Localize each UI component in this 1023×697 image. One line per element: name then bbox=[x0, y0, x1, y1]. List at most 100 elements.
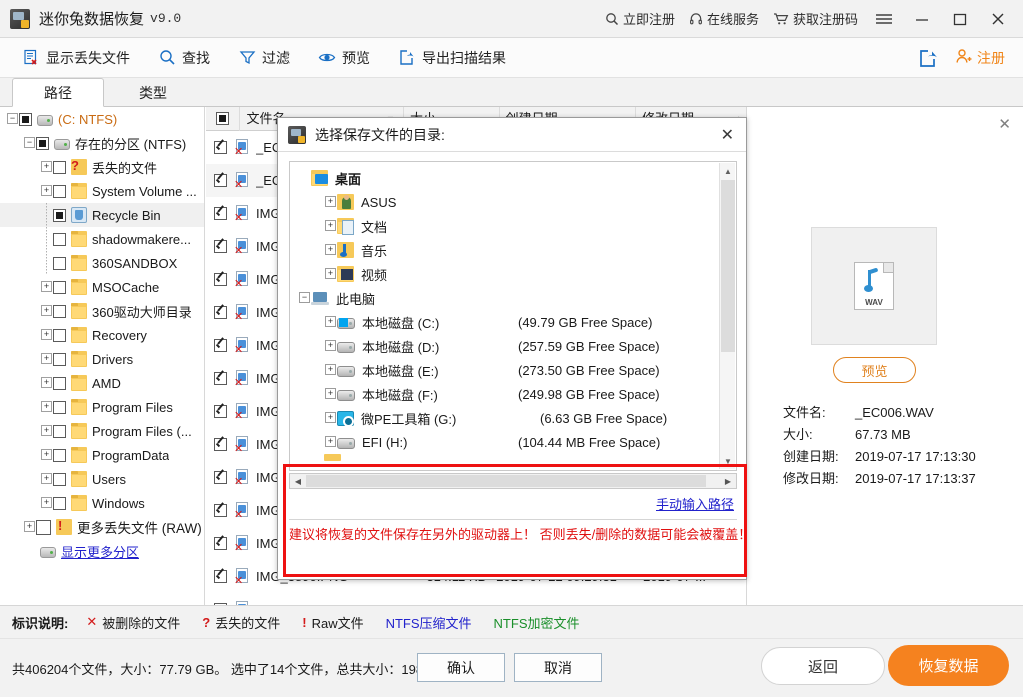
tree-node-raw[interactable]: + 更多丢失文件 (RAW) bbox=[0, 515, 204, 539]
collapse-icon[interactable]: − bbox=[298, 286, 311, 310]
expand-icon[interactable]: + bbox=[324, 382, 337, 406]
tree-checkbox[interactable] bbox=[53, 352, 66, 366]
directory-tree-node[interactable]: + 本地磁盘 (E:) (273.50 GB Free Space) bbox=[290, 358, 719, 382]
register-button[interactable]: 注册 bbox=[955, 48, 1023, 68]
directory-tree-node[interactable]: + 音乐 bbox=[290, 238, 719, 262]
tree-checkbox[interactable] bbox=[53, 472, 66, 486]
tree-checkbox[interactable] bbox=[53, 304, 66, 318]
expand-icon[interactable]: + bbox=[324, 262, 337, 286]
preview-file-button[interactable]: 预览 bbox=[833, 357, 916, 383]
row-checkbox[interactable] bbox=[214, 372, 227, 385]
tree-node[interactable]: 360SANDBOX bbox=[0, 251, 204, 275]
find-button[interactable]: 查找 bbox=[144, 42, 224, 74]
tree-expander[interactable]: + bbox=[40, 155, 53, 179]
scrollbar-thumb[interactable] bbox=[721, 180, 735, 352]
directory-tree[interactable]: 桌面 + ASUS + 文档 + 音乐 + 视频 − 此电脑 + 本地磁盘 (C:) (49.79 GB … bbox=[289, 161, 737, 471]
expand-icon[interactable]: + bbox=[324, 358, 337, 382]
expand-icon[interactable]: + bbox=[41, 353, 52, 364]
filter-button[interactable]: 过滤 bbox=[224, 42, 304, 74]
expand-icon[interactable]: + bbox=[324, 310, 337, 334]
tree-checkbox[interactable] bbox=[53, 400, 66, 414]
scroll-left-icon[interactable]: ◀ bbox=[291, 475, 305, 487]
tree-expander[interactable]: + bbox=[40, 323, 53, 347]
tree-node[interactable]: + 丢失的文件 bbox=[0, 155, 204, 179]
scrollbar-thumb[interactable] bbox=[306, 475, 706, 487]
expand-icon[interactable]: + bbox=[24, 521, 35, 532]
tree-checkbox[interactable] bbox=[53, 232, 66, 246]
expand-icon[interactable]: + bbox=[41, 377, 52, 388]
expand-icon[interactable]: + bbox=[41, 473, 52, 484]
tree-checkbox[interactable] bbox=[53, 208, 66, 222]
directory-tree-node[interactable]: + 视频 bbox=[290, 262, 719, 286]
directory-tree-node[interactable]: + 本地磁盘 (F:) (249.98 GB Free Space) bbox=[290, 382, 719, 406]
close-icon[interactable]: ✕ bbox=[998, 115, 1011, 133]
dialog-vertical-scrollbar[interactable]: ▲ ▼ bbox=[719, 163, 735, 469]
table-row[interactable]: ✕IMG_3889.PNG308.53 KB2019-07-22 09:29:2… bbox=[206, 593, 746, 605]
collapse-icon[interactable]: − bbox=[7, 113, 18, 124]
scroll-up-icon[interactable]: ▲ bbox=[720, 163, 736, 179]
row-checkbox[interactable] bbox=[214, 438, 227, 451]
hamburger-menu-icon[interactable] bbox=[865, 0, 903, 37]
tree-node[interactable]: + AMD bbox=[0, 371, 204, 395]
recover-data-button[interactable]: 恢复数据 bbox=[888, 645, 1009, 686]
row-checkbox[interactable] bbox=[214, 207, 227, 220]
dialog-horizontal-scrollbar[interactable]: ◀ ▶ bbox=[289, 473, 737, 489]
directory-tree-node[interactable]: + 本地磁盘 (C:) (49.79 GB Free Space) bbox=[290, 310, 719, 334]
expand-icon[interactable]: + bbox=[41, 425, 52, 436]
tree-node[interactable]: − (C: NTFS) bbox=[0, 107, 204, 131]
tree-node[interactable]: + MSOCache bbox=[0, 275, 204, 299]
directory-tree-body[interactable]: 桌面 + ASUS + 文档 + 音乐 + 视频 − 此电脑 + 本地磁盘 (C:) (49.79 GB … bbox=[290, 166, 719, 461]
directory-tree-node[interactable]: + EFI (H:) (104.44 MB Free Space) bbox=[290, 430, 719, 454]
tab-type[interactable]: 类型 bbox=[108, 78, 198, 107]
tree-node[interactable]: + System Volume ... bbox=[0, 179, 204, 203]
tree-checkbox[interactable] bbox=[53, 496, 66, 510]
tree-node[interactable]: + Windows bbox=[0, 491, 204, 515]
preview-button[interactable]: 预览 bbox=[304, 42, 384, 74]
export-scan-result-button[interactable]: 导出扫描结果 bbox=[384, 42, 520, 74]
tree-checkbox[interactable] bbox=[53, 424, 66, 438]
tree-expander[interactable]: + bbox=[40, 299, 53, 323]
confirm-button[interactable]: 确认 bbox=[417, 653, 505, 682]
tree-node[interactable]: + ProgramData bbox=[0, 443, 204, 467]
expand-icon[interactable]: + bbox=[41, 161, 52, 172]
row-checkbox[interactable] bbox=[214, 504, 227, 517]
tree-checkbox[interactable] bbox=[53, 184, 66, 198]
show-more-partitions-link[interactable]: 显示更多分区 bbox=[61, 542, 139, 561]
expand-icon[interactable]: + bbox=[324, 430, 337, 454]
expand-icon[interactable]: + bbox=[41, 281, 52, 292]
directory-tree-node[interactable]: + 本地磁盘 (D:) (257.59 GB Free Space) bbox=[290, 334, 719, 358]
tree-node[interactable]: − 存在的分区 (NTFS) bbox=[0, 131, 204, 155]
tree-node-recycle-bin[interactable]: Recycle Bin bbox=[0, 203, 204, 227]
row-checkbox[interactable] bbox=[214, 570, 227, 583]
expand-icon[interactable]: + bbox=[324, 334, 337, 358]
tree-expander[interactable]: + bbox=[40, 275, 53, 299]
tree-expander[interactable]: + bbox=[40, 347, 53, 371]
row-checkbox[interactable] bbox=[214, 273, 227, 286]
back-button[interactable]: 返回 bbox=[761, 647, 885, 685]
directory-tree-node[interactable]: 桌面 bbox=[290, 166, 719, 190]
expand-icon[interactable]: + bbox=[41, 185, 52, 196]
tree-expander[interactable]: + bbox=[40, 491, 53, 515]
directory-tree-node[interactable]: + ASUS bbox=[290, 190, 719, 214]
expand-icon[interactable]: + bbox=[41, 497, 52, 508]
tree-node-show-more-partitions[interactable]: 显示更多分区 bbox=[0, 539, 204, 563]
expand-icon[interactable]: + bbox=[324, 214, 337, 238]
select-all-header[interactable] bbox=[206, 107, 241, 131]
online-service-button[interactable]: 在线服务 bbox=[682, 7, 766, 31]
tree-expander[interactable]: + bbox=[40, 179, 53, 203]
row-checkbox[interactable] bbox=[214, 174, 227, 187]
tree-node[interactable]: + Program Files (... bbox=[0, 419, 204, 443]
tree-checkbox[interactable] bbox=[53, 376, 66, 390]
directory-tree-node[interactable]: + 文档 bbox=[290, 214, 719, 238]
tree-checkbox[interactable] bbox=[53, 160, 66, 174]
show-lost-files-button[interactable]: 显示丢失文件 bbox=[8, 42, 144, 74]
tree-node[interactable]: + Program Files bbox=[0, 395, 204, 419]
directory-tree-node[interactable]: + 微PE工具箱 (G:) (6.63 GB Free Space) bbox=[290, 406, 719, 430]
tree-checkbox[interactable] bbox=[36, 519, 51, 535]
cancel-button[interactable]: 取消 bbox=[514, 653, 602, 682]
tree-checkbox[interactable] bbox=[36, 136, 49, 150]
row-checkbox[interactable] bbox=[214, 141, 227, 154]
directory-tree-node[interactable]: − 此电脑 bbox=[290, 286, 719, 310]
minimize-icon[interactable] bbox=[903, 0, 941, 37]
expand-icon[interactable]: + bbox=[41, 305, 52, 316]
